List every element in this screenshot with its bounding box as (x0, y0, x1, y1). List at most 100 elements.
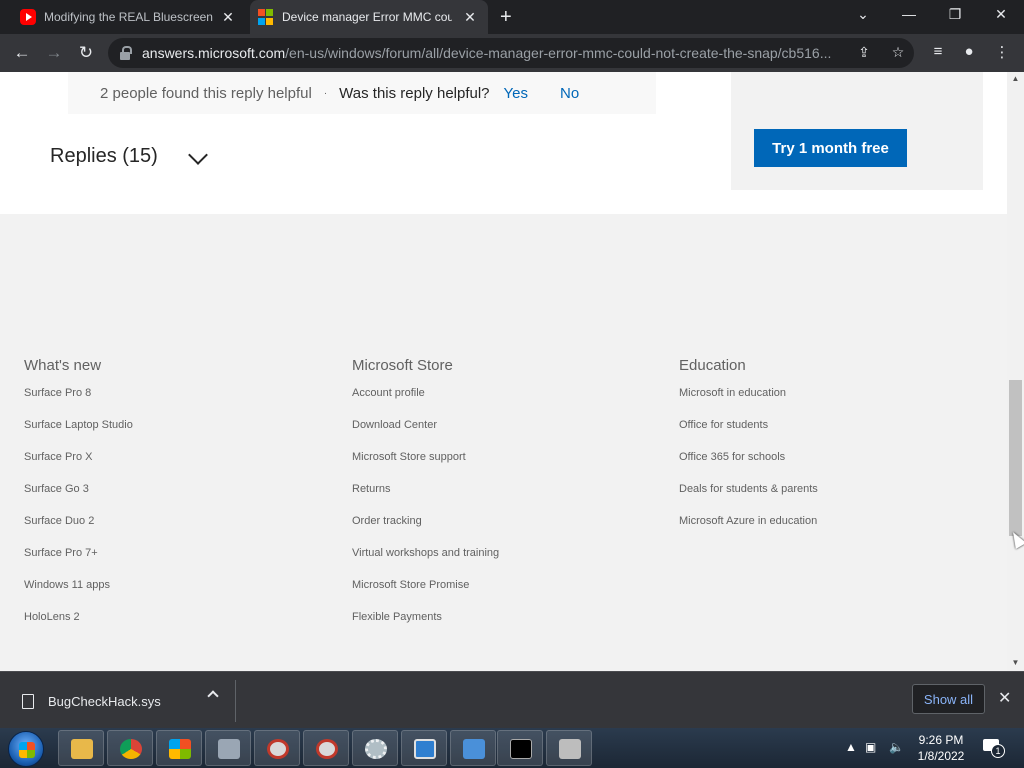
network-icon[interactable]: ▣ (865, 740, 876, 754)
new-tab-plus-icon[interactable]: + (500, 6, 520, 29)
bookmark-star-icon[interactable]: ☆ (889, 44, 907, 61)
chrome-menu-icon[interactable]: ⋮ (992, 43, 1012, 61)
tab-title: Device manager Error MMC could (282, 10, 452, 24)
footer-link[interactable]: Surface Pro 7+ (24, 547, 133, 579)
footer-link[interactable]: Office for students (679, 419, 818, 451)
restore-icon[interactable]: ❐ (932, 0, 978, 30)
browser-tab-strip: Modifying the REAL Bluescreen in ✕ Devic… (0, 0, 1024, 34)
helpful-question: Was this reply helpful? (339, 84, 490, 102)
footer-link[interactable]: Surface Duo 2 (24, 515, 133, 547)
taskbar-chrome[interactable] (107, 730, 153, 766)
start-button[interactable] (8, 731, 44, 767)
media-control-icon[interactable]: ≡ (928, 43, 948, 60)
profile-avatar-icon[interactable]: ● (959, 43, 979, 60)
tab-youtube[interactable]: Modifying the REAL Bluescreen in ✕ (8, 0, 246, 34)
footer-link[interactable]: Surface Pro 8 (24, 387, 133, 419)
youtube-icon (20, 9, 36, 25)
microsoft-icon (258, 9, 274, 25)
notification-count: 1 (991, 744, 1005, 758)
try-free-button[interactable]: Try 1 month free (754, 129, 907, 167)
taskbar-app-6[interactable] (303, 730, 349, 766)
footer-link[interactable]: Microsoft in education (679, 387, 818, 419)
footer-link[interactable]: Surface Go 3 (24, 483, 133, 515)
taskbar-cmd[interactable] (497, 730, 543, 766)
footer-link[interactable]: Microsoft Store Promise (352, 579, 499, 611)
scroll-down-arrow-icon[interactable]: ▼ (1007, 658, 1024, 667)
app-icon (316, 739, 338, 759)
chevron-down-icon (188, 148, 206, 166)
taskbar-app-9[interactable] (450, 730, 496, 766)
close-tab-icon[interactable]: ✕ (220, 9, 236, 26)
footer-link[interactable]: Office 365 for schools (679, 451, 818, 483)
app-icon (463, 739, 485, 759)
taskbar-app-8[interactable] (401, 730, 447, 766)
footer-column-education: Education Microsoft in education Office … (679, 357, 818, 547)
taskbar-app-5[interactable] (254, 730, 300, 766)
footer-link[interactable]: Surface Pro X (24, 451, 133, 483)
taskbar-app-4[interactable] (205, 730, 251, 766)
tab-title: Modifying the REAL Bluescreen in (44, 10, 214, 24)
volume-icon[interactable]: 🔈 (889, 740, 904, 754)
action-center-icon[interactable]: 1 (982, 737, 1005, 758)
footer-link[interactable]: Deals for students & parents (679, 483, 818, 515)
page-scrollbar[interactable]: ▲ ▼ (1007, 72, 1024, 671)
minimize-icon[interactable]: — (886, 0, 932, 30)
helpful-count: 2 people found this reply helpful (100, 84, 312, 102)
download-item[interactable]: BugCheckHack.sys (0, 680, 236, 722)
helpful-yes-button[interactable]: Yes (504, 85, 528, 102)
address-bar[interactable]: answers.microsoft.com/en-us/windows/foru… (108, 38, 914, 68)
taskbar-store[interactable] (156, 730, 202, 766)
chrome-icon (120, 739, 142, 759)
share-icon[interactable]: ⇪ (855, 44, 873, 61)
footer-column-microsoft-store: Microsoft Store Account profile Download… (352, 357, 499, 643)
footer-column-whats-new: What's new Surface Pro 8 Surface Laptop … (24, 357, 133, 643)
reply-section: 2 people found this reply helpful · Was … (0, 72, 1007, 214)
download-filename: BugCheckHack.sys (48, 693, 161, 709)
scroll-up-arrow-icon[interactable]: ▲ (1007, 74, 1024, 83)
helpful-no-button[interactable]: No (560, 85, 579, 102)
replies-toggle[interactable]: Replies (15) (50, 145, 206, 168)
footer-heading: Microsoft Store (352, 357, 453, 374)
separator-dot: · (323, 87, 328, 99)
promo-panel: Try 1 month free (731, 72, 983, 190)
chevron-up-icon[interactable] (207, 690, 219, 702)
footer-link[interactable]: Surface Laptop Studio (24, 419, 133, 451)
clock-date: 1/8/2022 (917, 749, 965, 763)
taskbar-app-11[interactable] (546, 730, 592, 766)
download-shelf: BugCheckHack.sys Show all ✕ (0, 671, 1024, 728)
scrollbar-thumb[interactable] (1009, 380, 1022, 536)
footer-link[interactable]: Download Center (352, 419, 499, 451)
footer-link[interactable]: Account profile (352, 387, 499, 419)
window-icon (414, 739, 436, 759)
tab-search-chevron-icon[interactable]: ⌄ (840, 0, 886, 30)
forward-arrow-icon[interactable]: → (43, 42, 65, 64)
footer-link[interactable]: Flexible Payments (352, 611, 499, 643)
windows-taskbar: ▲ ▣ 🔈 9:26 PM 1/8/2022 1 (0, 728, 1024, 768)
store-icon (169, 739, 191, 759)
system-clock[interactable]: 9:26 PM 1/8/2022 (908, 732, 974, 764)
close-tab-icon[interactable]: ✕ (462, 9, 478, 26)
browser-toolbar: ← → ↻ answers.microsoft.com/en-us/window… (0, 34, 1024, 72)
taskbar-settings[interactable] (352, 730, 398, 766)
lock-icon[interactable] (120, 46, 132, 60)
taskbar-explorer[interactable] (58, 730, 104, 766)
footer-link[interactable]: HoloLens 2 (24, 611, 133, 643)
terminal-icon (510, 739, 532, 759)
footer-link[interactable]: Microsoft Store support (352, 451, 499, 483)
footer-link[interactable]: Order tracking (352, 515, 499, 547)
show-all-downloads-button[interactable]: Show all (912, 684, 985, 714)
reload-icon[interactable]: ↻ (75, 42, 97, 64)
footer-heading: Education (679, 357, 746, 374)
footer-link[interactable]: Returns (352, 483, 499, 515)
file-icon (22, 693, 34, 709)
footer-link[interactable]: Windows 11 apps (24, 579, 133, 611)
app-icon (218, 739, 240, 759)
footer-link[interactable]: Microsoft Azure in education (679, 515, 818, 547)
footer-heading: What's new (24, 357, 102, 374)
close-download-shelf-icon[interactable]: ✕ (998, 688, 1014, 708)
back-arrow-icon[interactable]: ← (11, 42, 33, 64)
footer-link[interactable]: Virtual workshops and training (352, 547, 499, 579)
tab-device-manager[interactable]: Device manager Error MMC could ✕ (250, 0, 488, 34)
show-hidden-icons-chevron[interactable]: ▲ (845, 740, 857, 754)
close-window-icon[interactable]: ✕ (978, 0, 1024, 30)
